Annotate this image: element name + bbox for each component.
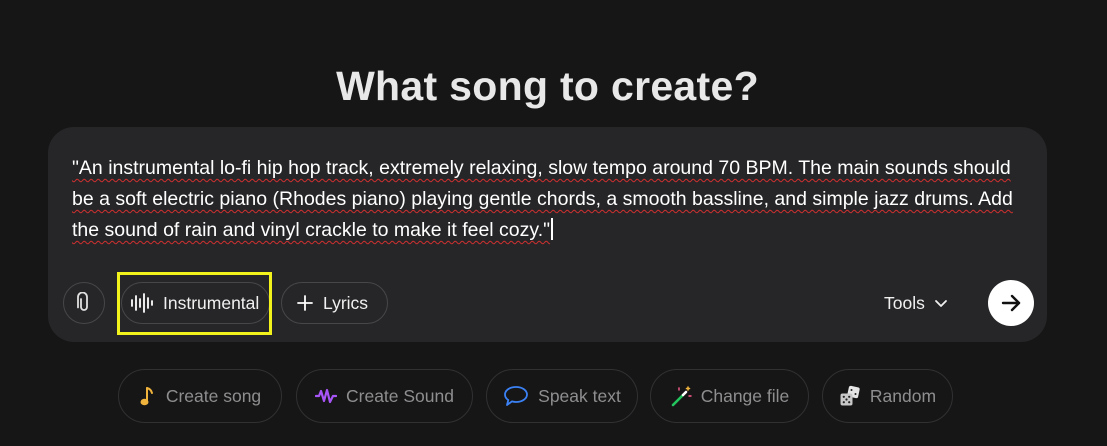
suggestion-label: Create Sound (346, 385, 454, 406)
text-caret (551, 218, 553, 240)
suggestion-create-song[interactable]: Create song (118, 369, 282, 423)
suggestion-change-file[interactable]: Change file (650, 369, 809, 423)
suggestion-label: Speak text (538, 385, 621, 406)
waveform-icon (315, 387, 337, 405)
chevron-down-icon (934, 298, 948, 308)
suggestion-random[interactable]: Random (822, 369, 953, 423)
add-lyrics-button[interactable]: Lyrics (281, 282, 388, 324)
dice-icon (839, 385, 861, 407)
instrumental-toggle[interactable]: Instrumental (121, 282, 270, 324)
tools-dropdown[interactable]: Tools (884, 290, 948, 316)
arrow-right-icon (999, 291, 1023, 315)
tools-label: Tools (884, 292, 925, 313)
attach-file-button[interactable] (63, 282, 105, 324)
paperclip-icon (74, 292, 94, 314)
page-title: What song to create? (336, 63, 759, 110)
prompt-input[interactable]: "An instrumental lo-fi hip hop track, ex… (72, 153, 1032, 246)
speech-bubble-icon (503, 385, 529, 407)
suggestion-speak-text[interactable]: Speak text (486, 369, 638, 423)
plus-icon (296, 294, 314, 312)
prompt-composer: "An instrumental lo-fi hip hop track, ex… (48, 127, 1047, 342)
suggestion-label: Create song (165, 385, 262, 406)
waveform-icon (130, 292, 154, 314)
magic-wand-icon (670, 385, 692, 407)
lyrics-label: Lyrics (323, 292, 369, 313)
instrumental-label: Instrumental (163, 292, 260, 313)
send-button[interactable] (988, 280, 1034, 326)
suggestion-create-sound[interactable]: Create Sound (296, 369, 473, 423)
music-note-icon (139, 385, 157, 407)
suggestion-label: Change file (700, 385, 790, 406)
suggestion-label: Random (869, 385, 937, 406)
prompt-text: "An instrumental lo-fi hip hop track, ex… (72, 157, 1013, 241)
